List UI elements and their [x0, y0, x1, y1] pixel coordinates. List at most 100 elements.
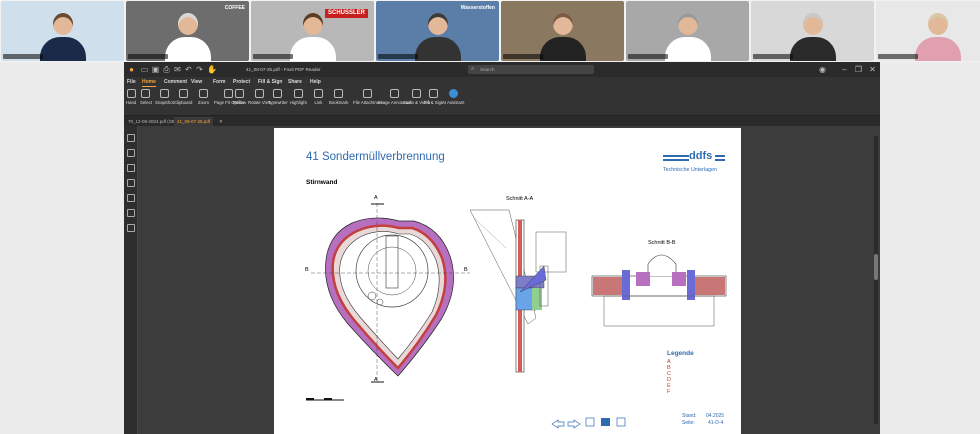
- participant-name-bar: [378, 54, 418, 59]
- select-icon: [141, 89, 151, 98]
- stand-value: 04.2025: [706, 413, 725, 419]
- seite-value: 41-D-4: [708, 420, 724, 426]
- undo-icon[interactable]: ↶: [184, 65, 193, 74]
- participant-avatar: [289, 13, 336, 61]
- menu-view[interactable]: View: [191, 78, 202, 86]
- redo-icon[interactable]: ↷: [195, 65, 204, 74]
- participant-tile[interactable]: COFFEE: [126, 1, 249, 61]
- ribbon-toolbar: Hand Select SnapShot Clipboard Zoom Page Fit …: [124, 87, 880, 116]
- tool-snapshot[interactable]: SnapShot: [155, 89, 174, 115]
- email-icon[interactable]: ✉: [173, 65, 182, 74]
- tool-label: Typewriter: [268, 100, 288, 105]
- participant-name-bar: [253, 54, 293, 59]
- participant-tile[interactable]: [626, 1, 749, 61]
- legend-item: F: [667, 389, 671, 395]
- tool-typewriter[interactable]: Typewriter: [268, 89, 288, 115]
- window-title: 41_08-07-25.pdf - Foxit PDF Reader: [246, 67, 321, 72]
- close-tab-icon[interactable]: ✕: [216, 117, 226, 126]
- open-folder-icon[interactable]: ▭: [140, 65, 149, 74]
- participant-avatar: [164, 13, 211, 61]
- tool-ai-assistant[interactable]: AI Assistant: [442, 89, 464, 115]
- tool-select[interactable]: Select: [140, 89, 152, 115]
- participant-name-bar: [753, 54, 793, 59]
- tool-label: Zoom: [198, 100, 209, 105]
- tool-hand[interactable]: Hand: [126, 89, 136, 115]
- comments-panel-icon[interactable]: [127, 164, 135, 172]
- save-icon[interactable]: ▣: [151, 65, 160, 74]
- participant-tile[interactable]: SCHUSSLER: [251, 1, 374, 61]
- stand-label: Stand:: [682, 413, 697, 419]
- left-navigation-panel: [124, 126, 138, 434]
- hand-icon: [126, 89, 136, 98]
- rotate-view-icon: [255, 89, 265, 98]
- bookmark-panel-icon[interactable]: [127, 134, 135, 142]
- menu-file[interactable]: File: [127, 78, 136, 86]
- schnitt-aa-drawing: [469, 209, 567, 373]
- tool-bookmark[interactable]: Bookmark: [329, 89, 348, 115]
- participant-tile[interactable]: [876, 1, 980, 61]
- menu-home[interactable]: Home: [142, 78, 156, 87]
- participant-avatar: [39, 13, 86, 61]
- document-tab-bar: 70_12-09-2024.pdf (SEC... 41_08-07-25.pdf…: [124, 116, 880, 126]
- tool-highlight[interactable]: Highlight: [290, 89, 307, 115]
- zoom-icon: [198, 89, 208, 98]
- menu-fill-sign[interactable]: Fill & Sign: [258, 78, 282, 86]
- background-sign-text: COFFEE: [224, 5, 245, 11]
- participant-tile[interactable]: [501, 1, 624, 61]
- pages-panel-icon[interactable]: [127, 149, 135, 157]
- tool-link[interactable]: Link: [314, 89, 323, 115]
- menu-protect[interactable]: Protect: [233, 78, 250, 86]
- tool-label: Clipboard: [174, 100, 193, 105]
- scrollbar-thumb[interactable]: [874, 254, 878, 280]
- menu-form[interactable]: Form: [213, 78, 226, 86]
- file-attachment-icon: [363, 89, 373, 98]
- image-annotation-icon: [390, 89, 400, 98]
- participant-tile[interactable]: [1, 1, 124, 61]
- tool-label: Select: [140, 100, 152, 105]
- document-tab[interactable]: 41_08-07-25.pdf: [174, 117, 214, 126]
- search-box[interactable]: ⌕ Search: [468, 65, 594, 74]
- hand-quick-icon[interactable]: ✋: [207, 65, 217, 74]
- account-icon[interactable]: ◉: [818, 65, 827, 74]
- menu-share[interactable]: Share: [288, 78, 302, 86]
- participant-avatar: [789, 13, 836, 61]
- pdf-page: 41 Sondermüllverbrennung ddfs Technische…: [274, 128, 741, 434]
- participant-tile[interactable]: [751, 1, 874, 61]
- search-icon: ⌕: [471, 66, 475, 72]
- layers-panel-icon[interactable]: [127, 179, 135, 187]
- participant-name-bar: [128, 54, 168, 59]
- menu-comment[interactable]: Comment: [164, 78, 187, 86]
- typewriter-icon: [273, 89, 283, 98]
- app-logo-icon: ●: [129, 65, 134, 74]
- participant-name-bar: [503, 54, 543, 59]
- snapshot-icon: [159, 89, 169, 98]
- participant-tile[interactable]: Wasserstoffen: [376, 1, 499, 61]
- security-panel-icon[interactable]: [127, 209, 135, 217]
- restore-icon[interactable]: ❐: [854, 65, 863, 74]
- participant-avatar: [539, 13, 586, 61]
- print-icon[interactable]: ⎙: [162, 65, 171, 74]
- search-placeholder: Search: [480, 67, 495, 72]
- tool-fill-sign[interactable]: Fill & Sign: [424, 89, 443, 115]
- participant-avatar: [914, 13, 961, 61]
- vertical-scrollbar[interactable]: [874, 136, 878, 424]
- minimize-icon[interactable]: –: [840, 65, 849, 74]
- clipboard-icon: [178, 89, 188, 98]
- attachments-panel-icon[interactable]: [127, 194, 135, 202]
- background-sign-text: SCHUSSLER: [324, 9, 368, 18]
- link-icon: [314, 89, 323, 98]
- reflow-icon: [235, 89, 245, 98]
- tool-zoom[interactable]: Zoom: [198, 89, 209, 115]
- signature-panel-icon[interactable]: [127, 224, 135, 232]
- participant-name-bar: [878, 54, 918, 59]
- audio-video-icon: [412, 89, 422, 98]
- tool-label: Reflow: [233, 100, 247, 105]
- participant-name-bar: [628, 54, 668, 59]
- tool-label: Link: [314, 100, 323, 105]
- close-icon[interactable]: ✕: [868, 65, 877, 74]
- tool-clipboard[interactable]: Clipboard: [174, 89, 192, 115]
- menu-help[interactable]: Help: [310, 78, 321, 86]
- tool-reflow[interactable]: Reflow: [233, 89, 246, 115]
- schnitt-bb-drawing: [591, 254, 727, 327]
- bookmark-icon: [334, 89, 344, 98]
